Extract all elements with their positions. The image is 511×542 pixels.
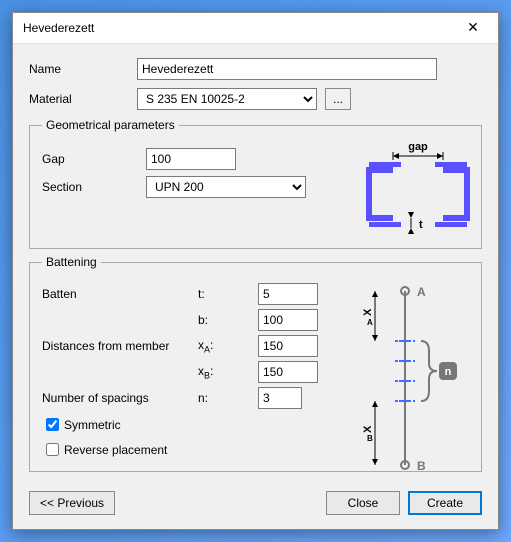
batten-t-input[interactable] <box>258 283 318 305</box>
content-area: Name Material S 235 EN 10025-2 ... Geome… <box>13 44 498 483</box>
batten-label: Batten <box>42 287 198 301</box>
section-diagram: gap t <box>363 140 473 242</box>
footer: << Previous Close Create <box>13 483 498 529</box>
create-button[interactable]: Create <box>408 491 482 515</box>
material-select[interactable]: S 235 EN 10025-2 <box>137 88 317 110</box>
close-icon[interactable]: ✕ <box>458 16 488 40</box>
geometrical-group: Geometrical parameters Gap Section UPN 2… <box>29 118 482 249</box>
n-label: n: <box>198 391 258 405</box>
battening-group: Battening Batten t: b: Distances from me… <box>29 255 482 472</box>
material-more-button[interactable]: ... <box>325 88 351 110</box>
b-label: b: <box>198 313 258 327</box>
xa-input[interactable] <box>258 335 318 357</box>
gap-label: Gap <box>42 152 146 166</box>
t-label: t: <box>198 287 258 301</box>
previous-button[interactable]: << Previous <box>29 491 115 515</box>
svg-text:X: X <box>363 425 374 433</box>
svg-text:A: A <box>367 318 373 327</box>
symmetric-checkbox[interactable] <box>46 418 59 431</box>
battening-legend: Battening <box>42 255 101 269</box>
xb-input[interactable] <box>258 361 318 383</box>
distances-label: Distances from member <box>42 339 198 353</box>
diagram-b-label: B <box>417 459 426 473</box>
svg-text:B: B <box>367 434 373 443</box>
window-title: Hevederezett <box>23 21 94 35</box>
close-button[interactable]: Close <box>326 491 400 515</box>
diagram-a-label: A <box>417 285 426 299</box>
n-input[interactable] <box>258 387 302 409</box>
reverse-checkbox[interactable] <box>46 443 59 456</box>
titlebar: Hevederezett ✕ <box>13 13 498 44</box>
geometrical-legend: Geometrical parameters <box>42 118 179 132</box>
spacings-label: Number of spacings <box>42 391 198 405</box>
name-label: Name <box>29 62 137 76</box>
reverse-label[interactable]: Reverse placement <box>64 443 167 457</box>
gap-input[interactable] <box>146 148 236 170</box>
svg-text:X: X <box>363 308 374 316</box>
t-text: t <box>419 219 423 231</box>
xa-label: xA: <box>198 338 258 354</box>
material-label: Material <box>29 92 137 106</box>
diagram-n-label: n <box>445 366 452 378</box>
symmetric-label[interactable]: Symmetric <box>64 418 121 432</box>
name-input[interactable] <box>137 58 437 80</box>
dialog-window: Hevederezett ✕ Name Material S 235 EN 10… <box>12 12 499 530</box>
xb-label: xB: <box>198 364 258 380</box>
spacing-diagram: A B X A <box>363 283 463 473</box>
gap-text: gap <box>408 141 428 153</box>
batten-b-input[interactable] <box>258 309 318 331</box>
section-label: Section <box>42 180 146 194</box>
section-select[interactable]: UPN 200 <box>146 176 306 198</box>
